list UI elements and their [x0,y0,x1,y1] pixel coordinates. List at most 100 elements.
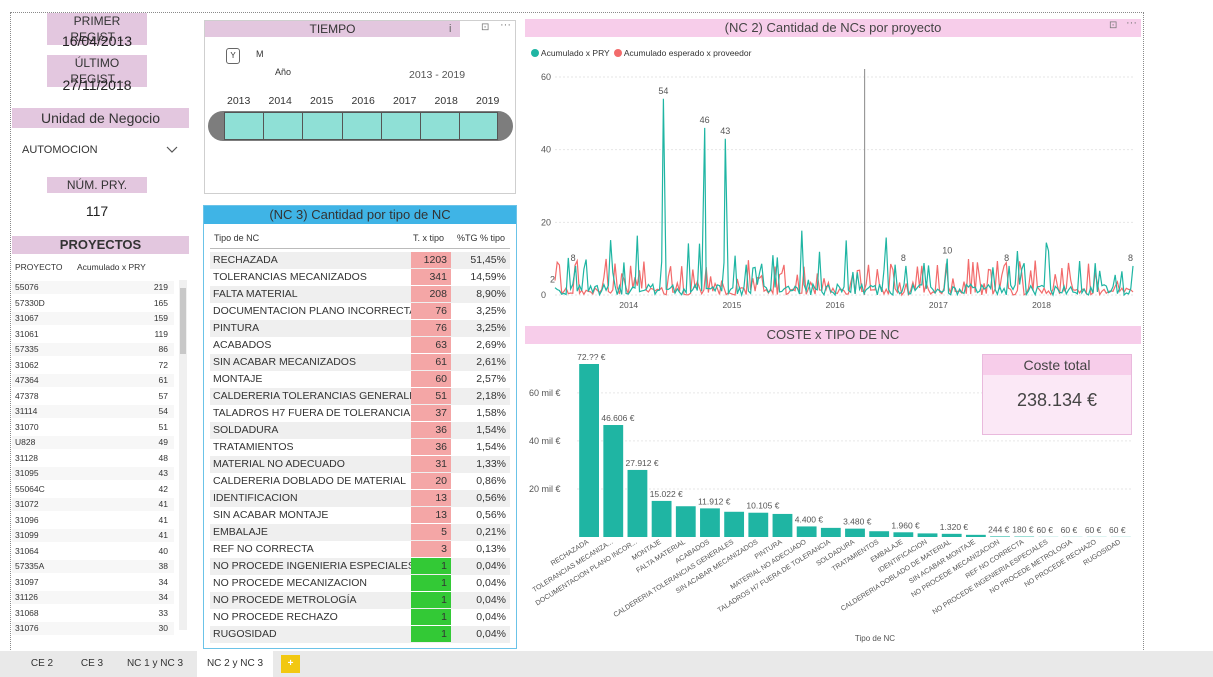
data-label: 27.912 € [626,458,659,468]
coste-total-value: 238.134 € [1016,390,1098,410]
table-row[interactable]: ACABADOS 63 2,69% [210,337,510,354]
t-x-tipo-cell: 1 [411,626,451,642]
table-row[interactable]: 31114 54 [12,405,174,418]
table-row[interactable]: U828 49 [12,436,174,449]
proyecto-cell: 31070 [15,421,39,432]
table-row[interactable]: PINTURA 76 3,25% [210,320,510,337]
table-row[interactable]: 31076 30 [12,622,174,635]
more-options-icon[interactable]: ··· [1126,17,1137,29]
data-label: 4.400 € [795,514,824,524]
table-row[interactable]: 47364 61 [12,374,174,387]
table-row[interactable]: RECHAZADA 1203 51,45% [210,252,510,269]
table-row[interactable]: 31126 34 [12,591,174,604]
table-row[interactable]: TRATAMIENTOS 36 1,54% [210,439,510,456]
table-row[interactable]: 31062 72 [12,359,174,372]
t-x-tipo-cell: 13 [411,507,451,523]
table-row[interactable]: NO PROCEDE RECHAZO 1 0,04% [210,609,510,626]
data-label: 10 [942,246,952,256]
table-row[interactable]: RUGOSIDAD 1 0,04% [210,626,510,643]
toggle-month-label[interactable]: M [256,49,264,59]
data-label: 60 € [1036,525,1053,535]
table-row[interactable]: 31099 41 [12,529,174,542]
level-label: Año [275,67,292,77]
table-row[interactable]: 31070 51 [12,421,174,434]
table-row[interactable]: 31068 33 [12,607,174,620]
table-row[interactable]: 31064 40 [12,545,174,558]
table-row[interactable]: CALDERERIA DOBLADO DE MATERIAL 20 0,86% [210,473,510,490]
more-options-icon[interactable]: ··· [500,19,511,31]
table-row[interactable]: 55064C 42 [12,483,174,496]
table-row[interactable]: 31097 34 [12,576,174,589]
t-x-tipo-cell: 51 [411,388,451,404]
scroll-thumb[interactable] [180,288,186,354]
table-row[interactable]: 57335A 38 [12,560,174,573]
unidad-negocio-dropdown[interactable]: AUTOMOCION [22,140,182,160]
table-row[interactable]: NO PROCEDE INGENIERIA ESPECIALES 1 0,04% [210,558,510,575]
col-proyecto[interactable]: PROYECTO [15,262,63,272]
table-row[interactable]: 31061 119 [12,328,174,341]
table-row[interactable]: SIN ACABAR MONTAJE 13 0,56% [210,507,510,524]
col-pct-tipo[interactable]: %TG % tipo [457,233,505,243]
tab-nc1-nc3[interactable]: NC 1 y NC 3 [122,651,188,677]
tipo-nc-cell: SIN ACABAR MECANIZADOS [213,356,356,368]
t-x-tipo-cell: 13 [411,490,451,506]
col-t-x-tipo[interactable]: T. x tipo [413,233,444,243]
y-tick-label: 40 [541,145,551,155]
pct-tipo-cell: 0,56% [476,509,506,521]
table-row[interactable]: 57330D 165 [12,297,174,310]
table-row[interactable]: NO PROCEDE METROLOGÍA 1 0,04% [210,592,510,609]
table-row[interactable]: 31067 159 [12,312,174,325]
table-row[interactable]: TALADROS H7 FUERA DE TOLERANCIA 37 1,58% [210,405,510,422]
proyecto-cell: U828 [15,437,36,447]
year-divider [341,112,343,140]
info-icon[interactable]: i [449,23,451,35]
timeline-bar[interactable] [208,111,513,141]
add-page-button[interactable]: + [281,655,300,673]
table-row[interactable]: 31096 41 [12,514,174,527]
tab-ce2[interactable]: CE 2 [22,651,62,677]
table-row[interactable]: REF NO CORRECTA 3 0,13% [210,541,510,558]
table-row[interactable]: MONTAJE 60 2,57% [210,371,510,388]
t-x-tipo-cell: 61 [411,354,451,370]
t-x-tipo-cell: 36 [411,439,451,455]
pct-tipo-cell: 1,33% [476,458,506,470]
focus-icon[interactable]: ⊡ [481,22,489,33]
table-row[interactable]: 31072 41 [12,498,174,511]
tab-ce3[interactable]: CE 3 [72,651,112,677]
table-row[interactable]: MATERIAL NO ADECUADO 31 1,33% [210,456,510,473]
acumulado-cell: 61 [158,375,168,385]
table-row[interactable]: EMBALAJE 5 0,21% [210,524,510,541]
table-row[interactable]: CALDERERIA TOLERANCIAS GENERALES 51 2,18% [210,388,510,405]
bar [941,533,962,537]
tipo-nc-cell: TALADROS H7 FUERA DE TOLERANCIA [213,407,411,419]
table-row[interactable]: 55076 219 [12,281,174,294]
table-row[interactable]: FALTA MATERIAL 208 8,90% [210,286,510,303]
table-row[interactable]: NO PROCEDE MECANIZACION 1 0,04% [210,575,510,592]
table-row[interactable]: SIN ACABAR MECANIZADOS 61 2,61% [210,354,510,371]
tipo-nc-cell: REF NO CORRECTA [213,543,314,555]
table-row[interactable]: SOLDADURA 36 1,54% [210,422,510,439]
proyectos-scrollbar[interactable] [179,280,187,630]
nc3-title: (NC 3) Cantidad por tipo de NC [204,206,516,224]
page-tab-bar: CE 2 CE 3 NC 1 y NC 3 NC 2 y NC 3 + [0,651,1213,677]
col-tipo-nc[interactable]: Tipo de NC [214,233,259,243]
data-label: 46.606 € [601,413,634,423]
table-row[interactable]: 57335 86 [12,343,174,356]
tipo-nc-cell: CALDERERIA DOBLADO DE MATERIAL [213,475,406,487]
table-row[interactable]: DOCUMENTACION PLANO INCORRECTA 76 3,25% [210,303,510,320]
acumulado-cell: 51 [158,421,168,432]
col-acumulado[interactable]: Acumulado x PRY [77,262,146,272]
bar [748,512,769,537]
table-row[interactable]: 31095 43 [12,467,174,480]
toggle-year-button[interactable]: Y [226,48,240,64]
focus-icon[interactable]: ⊡ [1109,20,1117,31]
table-row[interactable]: TOLERANCIAS MECANIZADOS 341 14,59% [210,269,510,286]
bar [796,526,817,537]
table-row[interactable]: IDENTIFICACION 13 0,56% [210,490,510,507]
tab-nc2-nc3[interactable]: NC 2 y NC 3 [197,651,273,677]
proyecto-cell: 31096 [15,514,39,525]
table-row[interactable]: 47378 57 [12,390,174,403]
pct-tipo-cell: 0,04% [476,611,506,623]
nc2-line-chart[interactable]: 0 20 40 60 2014 2015 2016 2017 2018 2 8 54 46 43 8 10 8 8 [525,39,1141,319]
table-row[interactable]: 31128 48 [12,452,174,465]
